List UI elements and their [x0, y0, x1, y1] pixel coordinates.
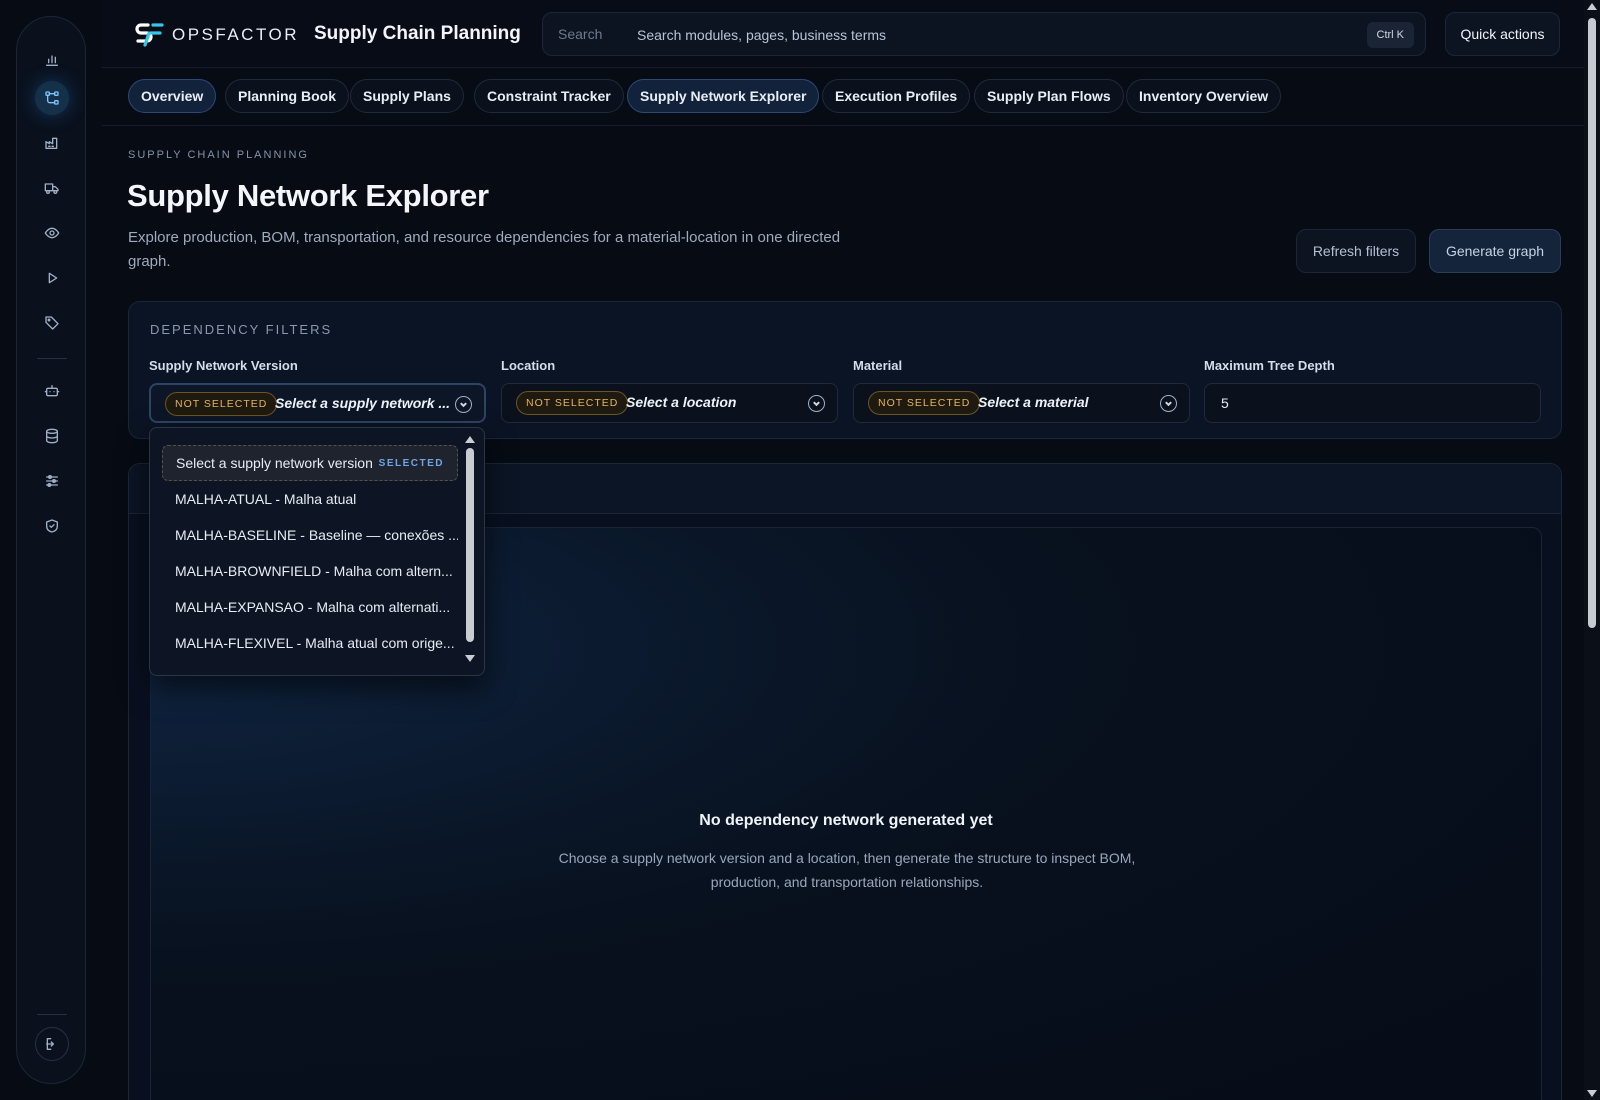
- option-label: Select a supply network version: [176, 455, 373, 471]
- dropdown-option[interactable]: MALHA-FLEXIVEL - Malha atual com orige..…: [162, 625, 458, 661]
- tab-supply-plan-flows[interactable]: Supply Plan Flows: [974, 79, 1124, 113]
- select-value: Select a supply network ...: [275, 395, 451, 411]
- logout-icon[interactable]: [35, 1027, 69, 1061]
- brand-name: OPSFACTOR: [172, 25, 300, 44]
- dropdown-option[interactable]: MALHA-ATUAL - Malha atual: [162, 481, 458, 517]
- material-select[interactable]: NOT SELECTED Select a material: [853, 383, 1190, 423]
- sidebar-footer-divider: [37, 1014, 67, 1015]
- empty-state-description: Choose a supply network version and a lo…: [558, 850, 1136, 890]
- opsfactor-logo-icon: [135, 23, 164, 47]
- brand[interactable]: OPSFACTOR: [134, 22, 299, 48]
- quick-actions-button[interactable]: Quick actions: [1445, 12, 1560, 56]
- select-value: Select a material: [978, 394, 1089, 410]
- module-title: Supply Chain Planning: [314, 23, 521, 44]
- page-description: Explore production, BOM, transportation,…: [128, 229, 841, 270]
- factory-icon[interactable]: [35, 126, 69, 160]
- dropdown-option[interactable]: Select a supply network version SELECTED: [162, 445, 458, 481]
- search-label: Search: [558, 26, 603, 42]
- tab-constraint-tracker[interactable]: Constraint Tracker: [474, 79, 624, 113]
- page-eyebrow: SUPPLY CHAIN PLANNING: [128, 149, 309, 161]
- tab-supply-network-explorer[interactable]: Supply Network Explorer: [627, 79, 820, 113]
- module-tabs: Overview Planning Book Supply Plans Cons…: [102, 68, 1600, 126]
- max-tree-depth-label: Maximum Tree Depth: [1204, 358, 1335, 373]
- sidebar: [16, 16, 86, 1084]
- top-bar: OPSFACTOR Supply Chain Planning Search C…: [102, 0, 1600, 68]
- tab-planning-book[interactable]: Planning Book: [225, 79, 349, 113]
- scrollbar-thumb[interactable]: [1588, 18, 1596, 628]
- status-badge: NOT SELECTED: [165, 392, 278, 416]
- chevron-down-icon: [455, 396, 472, 413]
- chevron-down-icon: [808, 395, 825, 412]
- tab-supply-plans[interactable]: Supply Plans: [350, 79, 464, 113]
- supply-network-version-dropdown: Select a supply network version SELECTED…: [149, 427, 485, 676]
- generate-graph-button[interactable]: Generate graph: [1429, 229, 1561, 273]
- scroll-up-icon[interactable]: [1587, 3, 1597, 10]
- dropdown-option[interactable]: MALHA-BASELINE - Baseline — conexões ...: [162, 517, 458, 553]
- scroll-down-icon[interactable]: [1587, 1090, 1597, 1097]
- sliders-icon[interactable]: [35, 464, 69, 498]
- dropdown-option[interactable]: MALHA-BROWNFIELD - Malha com altern...: [162, 553, 458, 589]
- robot-icon[interactable]: [35, 374, 69, 408]
- refresh-filters-button[interactable]: Refresh filters: [1296, 229, 1416, 273]
- shield-icon[interactable]: [35, 509, 69, 543]
- scrollbar-thumb[interactable]: [466, 448, 474, 642]
- supply-network-version-label: Supply Network Version: [149, 358, 298, 373]
- network-icon[interactable]: [35, 81, 69, 115]
- eye-icon[interactable]: [35, 216, 69, 250]
- select-value: Select a location: [626, 394, 737, 410]
- bar-chart-icon[interactable]: [35, 43, 69, 77]
- global-search[interactable]: Search Ctrl K: [542, 12, 1426, 56]
- truck-icon[interactable]: [35, 171, 69, 205]
- status-badge: NOT SELECTED: [516, 391, 629, 415]
- page-title: Supply Network Explorer: [127, 178, 489, 213]
- tab-inventory-overview[interactable]: Inventory Overview: [1126, 79, 1282, 113]
- dropdown-option[interactable]: MALHA-EXPANSAO - Malha com alternati...: [162, 589, 458, 625]
- scroll-down-icon[interactable]: [465, 655, 475, 662]
- page-scrollbar[interactable]: [1584, 0, 1600, 1100]
- tab-execution-profiles[interactable]: Execution Profiles: [822, 79, 971, 113]
- play-icon[interactable]: [35, 261, 69, 295]
- dependency-filters-card: DEPENDENCY FILTERS Supply Network Versio…: [128, 301, 1562, 439]
- location-select[interactable]: NOT SELECTED Select a location: [501, 383, 838, 423]
- status-badge: NOT SELECTED: [868, 391, 981, 415]
- material-label: Material: [853, 358, 903, 373]
- dropdown-scrollbar[interactable]: [464, 434, 476, 664]
- supply-network-version-select[interactable]: NOT SELECTED Select a supply network ...: [149, 383, 486, 423]
- sidebar-divider: [37, 358, 67, 359]
- max-tree-depth-input[interactable]: [1204, 383, 1541, 423]
- tag-icon[interactable]: [35, 306, 69, 340]
- tab-overview[interactable]: Overview: [128, 79, 217, 113]
- chevron-down-icon: [1160, 395, 1177, 412]
- scroll-up-icon[interactable]: [465, 436, 475, 443]
- location-label: Location: [501, 358, 556, 373]
- empty-state-title: No dependency network generated yet: [699, 812, 993, 829]
- keyboard-shortcut-badge: Ctrl K: [1366, 22, 1414, 48]
- database-icon[interactable]: [35, 419, 69, 453]
- selected-tag: SELECTED: [378, 458, 444, 469]
- filters-title: DEPENDENCY FILTERS: [150, 322, 333, 337]
- search-input[interactable]: [637, 23, 1337, 47]
